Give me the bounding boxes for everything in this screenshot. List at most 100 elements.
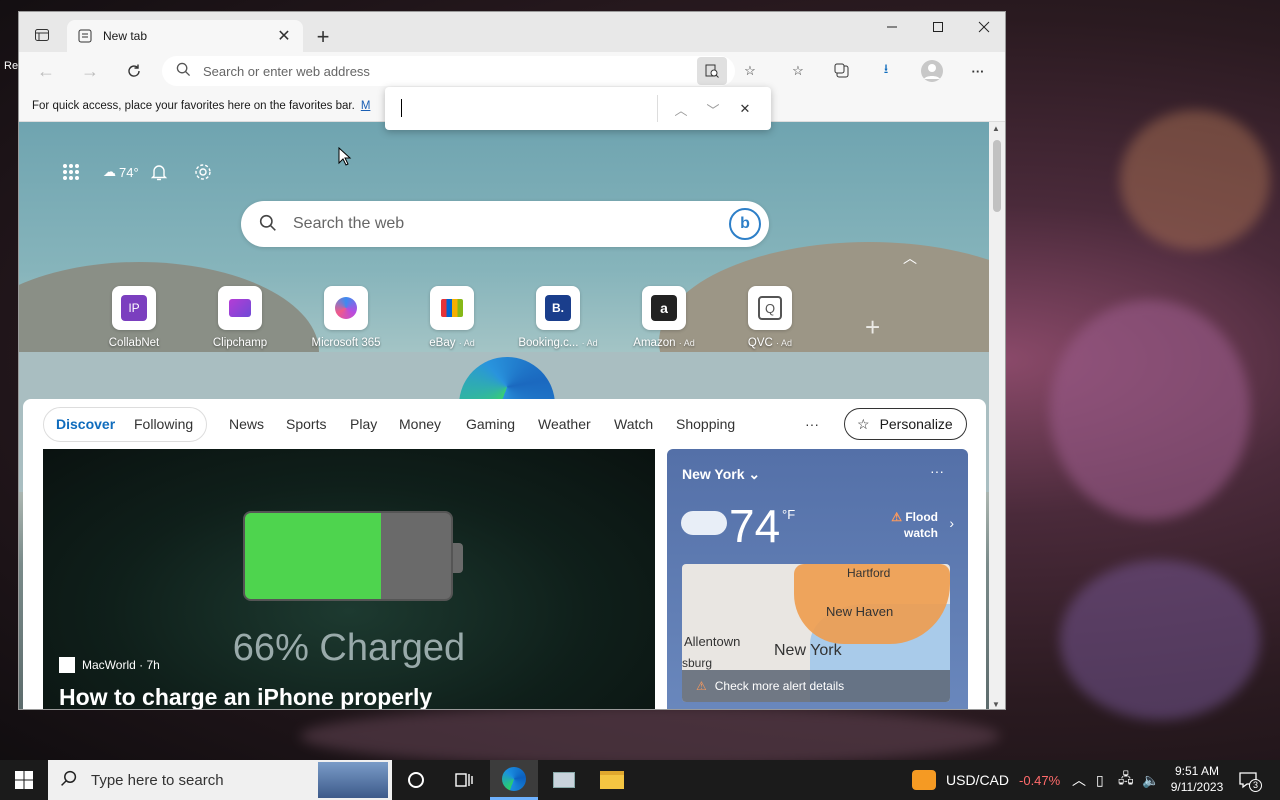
weather-card[interactable]: New York ⌄ ··· 74 °F ⚠ Flood watch › Har… [667, 449, 968, 709]
taskbar-search-box[interactable]: Type here to search [48, 760, 392, 800]
show-hidden-icons-chevron-icon[interactable]: ︿ [1072, 760, 1086, 800]
ad-label: · Ad [458, 338, 475, 348]
address-bar[interactable]: Search or enter web address [162, 56, 735, 86]
app-taskbar-icon[interactable] [540, 760, 588, 800]
quick-link-tile[interactable]: a Amazon · Ad [614, 286, 714, 349]
quick-link-tile[interactable]: B. Booking.c... · Ad [508, 286, 608, 349]
bing-chat-icon[interactable]: b [729, 208, 761, 240]
forward-button[interactable]: → [75, 57, 105, 85]
weather-more-icon[interactable]: ··· [930, 463, 944, 479]
quick-link-tile[interactable]: eBay · Ad [402, 286, 502, 349]
collections-icon[interactable] [827, 57, 857, 85]
find-input-caret[interactable] [401, 99, 402, 117]
settings-more-icon[interactable]: ··· [963, 57, 993, 85]
search-icon [259, 214, 277, 235]
start-button[interactable] [0, 760, 48, 800]
desktop-wallpaper-blob [1050, 300, 1250, 520]
map-alert-bar[interactable]: ⚠ Check more alert details [682, 670, 950, 702]
favorites-bar-hint: For quick access, place your favorites h… [32, 99, 355, 112]
tab-news[interactable]: News [229, 416, 264, 432]
chevron-right-icon[interactable]: › [949, 515, 954, 531]
find-on-page-icon[interactable] [697, 57, 727, 85]
favorites-icon[interactable]: ☆ [783, 57, 813, 85]
tab-shopping[interactable]: Shopping [676, 416, 735, 432]
quick-link-tile[interactable]: Microsoft 365 [296, 286, 396, 349]
close-tab-icon[interactable]: ✕ [275, 27, 293, 45]
maximize-button[interactable] [915, 12, 961, 42]
file-explorer-icon[interactable] [588, 760, 636, 800]
tab-sports[interactable]: Sports [286, 416, 326, 432]
device-icon[interactable]: ▯ [1096, 760, 1104, 800]
tab-watch[interactable]: Watch [614, 416, 653, 432]
map-label: sburg [682, 656, 713, 670]
vertical-scrollbar[interactable]: ▲ ▼ [989, 122, 1005, 709]
tab-money[interactable]: Money [399, 416, 441, 432]
system-clock[interactable]: 9:51 AM 9/11/2023 [1162, 763, 1232, 795]
close-find-icon[interactable]: ✕ [733, 97, 757, 121]
profile-avatar[interactable] [917, 57, 947, 85]
notifications-icon[interactable]: 3 [1234, 768, 1262, 792]
downloads-icon[interactable]: ⭳ [871, 57, 901, 85]
refresh-button[interactable] [119, 57, 149, 85]
battery-nub [453, 543, 463, 573]
weather-widget[interactable]: ☁ 74° [103, 160, 139, 184]
tile-label: Amazon [633, 337, 676, 349]
search-highlight-image[interactable] [318, 762, 388, 798]
weather-unit: °F [782, 507, 796, 522]
hero-article-card[interactable]: 66% Charged MacWorld · 7h How to charge … [43, 449, 655, 709]
browser-window: New tab ✕ + ← → Search or enter web addr… [18, 11, 1006, 710]
back-button[interactable]: ← [31, 57, 61, 85]
tab-play[interactable]: Play [350, 416, 377, 432]
volume-muted-icon[interactable]: 🔈 [1142, 760, 1159, 800]
feed-more-icon[interactable]: ··· [805, 416, 819, 432]
task-view-icon[interactable] [440, 760, 488, 800]
add-favorite-icon[interactable]: ☆ [735, 57, 765, 85]
find-next-icon[interactable]: ﹀ [701, 97, 725, 121]
clock-time: 9:51 AM [1174, 764, 1220, 778]
minimize-button[interactable] [869, 12, 915, 42]
scroll-up-icon[interactable]: ▲ [992, 124, 1000, 133]
flood-watch-alert[interactable]: ⚠ Flood watch [891, 509, 938, 541]
cortana-icon[interactable] [392, 760, 440, 800]
quick-link-tile[interactable]: IP CollabNet [84, 286, 184, 349]
tab-new-tab[interactable]: New tab ✕ [67, 20, 303, 52]
warning-icon: ⚠ [696, 679, 707, 693]
network-icon[interactable]: 🖧 [1118, 760, 1134, 800]
desktop-wallpaper-blob [300, 706, 1000, 766]
quick-link-tile[interactable]: Q QVC · Ad [720, 286, 820, 349]
article-headline[interactable]: How to charge an iPhone properly [59, 684, 432, 709]
article-source[interactable]: MacWorld · 7h [59, 657, 160, 673]
web-search-box[interactable]: Search the web b [241, 201, 769, 247]
find-previous-icon[interactable]: ︿ [669, 97, 693, 121]
tab-weather[interactable]: Weather [538, 416, 591, 432]
collapse-chevron-icon[interactable]: ︿ [903, 248, 917, 268]
close-window-button[interactable] [961, 12, 1005, 42]
tab-discover[interactable]: Discover [56, 416, 115, 432]
tile-label: CollabNet [108, 337, 160, 349]
stock-ticker-widget[interactable]: USD/CAD -0.47% [912, 760, 1060, 800]
scrollbar-thumb[interactable] [993, 140, 1001, 212]
quick-link-tile[interactable]: Clipchamp [190, 286, 290, 349]
qvc-icon: Q [748, 286, 792, 330]
scroll-down-icon[interactable]: ▼ [992, 700, 1000, 709]
desktop-icon-label[interactable]: Re [4, 60, 18, 72]
tab-actions-icon[interactable] [27, 20, 57, 50]
tab-gaming[interactable]: Gaming [466, 416, 515, 432]
amazon-icon: a [642, 286, 686, 330]
favorites-bar-link[interactable]: M [361, 100, 371, 112]
notifications-bell-icon[interactable] [147, 160, 171, 184]
new-tab-button[interactable]: + [309, 24, 337, 52]
new-tab-page: ☁ 74° Search the web b ︿ IP CollabNet Cl… [19, 122, 989, 709]
search-icon [176, 62, 191, 80]
page-settings-gear-icon[interactable] [191, 160, 215, 184]
macworld-logo-icon [59, 657, 75, 673]
weather-alert-map[interactable]: Hartford New Haven Allentown sburg New Y… [682, 564, 950, 702]
tile-label: eBay [429, 337, 456, 349]
taskbar: Type here to search USD/CAD -0.47% ︿ ▯ 🖧… [0, 760, 1280, 800]
tab-following[interactable]: Following [134, 416, 193, 432]
apps-launcher-icon[interactable] [59, 160, 83, 184]
personalize-button[interactable]: ☆ Personalize [844, 408, 967, 440]
edge-taskbar-icon[interactable] [490, 760, 538, 800]
add-site-plus-icon[interactable]: + [865, 312, 880, 343]
weather-location[interactable]: New York ⌄ [682, 466, 760, 483]
